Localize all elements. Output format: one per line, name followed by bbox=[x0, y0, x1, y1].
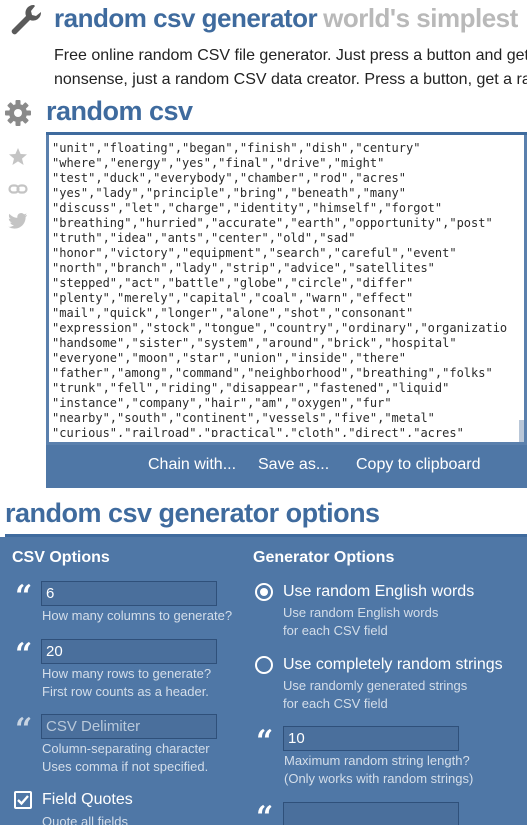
csv-output-line: "nearby","south","continent","vessels","… bbox=[52, 411, 435, 425]
csv-output-text[interactable]: "unit","floating","began","finish","dish… bbox=[52, 141, 522, 437]
intro-text: Free online random CSV file generator. J… bbox=[54, 44, 527, 92]
save-as-button[interactable]: Save as... bbox=[258, 456, 329, 474]
csv-output-line: "plenty","merely","capital","coal","warn… bbox=[52, 291, 414, 305]
csv-output-line: "expression","stock","tongue","country",… bbox=[52, 321, 508, 335]
delimiter-hint-1: Column-separating character bbox=[42, 741, 210, 756]
field-quotes-hint: Quote all fields bbox=[42, 814, 128, 825]
csv-output-line: "father","among","command","neighborhood… bbox=[52, 366, 493, 380]
quote-icon: “ bbox=[15, 712, 33, 747]
random-strings-hint-2: for each CSV field bbox=[283, 696, 388, 711]
max-length-hint-2: (Only works with random strings) bbox=[284, 771, 474, 786]
csv-output-line: "honor","victory","equipment","search","… bbox=[52, 246, 457, 260]
intro-line-2: nonsense, just a random CSV data creator… bbox=[54, 71, 527, 88]
options-title: random csv generator options bbox=[5, 498, 380, 528]
csv-options-heading: CSV Options bbox=[12, 549, 110, 566]
columns-hint: How many columns to generate? bbox=[42, 608, 233, 623]
output-scrollbar[interactable] bbox=[519, 420, 524, 442]
csv-output-line: "test","duck","everybody","chamber","rod… bbox=[52, 171, 407, 185]
field-quotes-checkbox[interactable] bbox=[14, 791, 32, 809]
link-icon[interactable] bbox=[2, 178, 34, 200]
delimiter-hint-2: Uses comma if not specified. bbox=[42, 759, 209, 774]
csv-output-line: "stepped","act","battle","globe","circle… bbox=[52, 276, 414, 290]
intro-line-1: Free online random CSV file generator. J… bbox=[54, 47, 527, 64]
csv-output-line: "trunk","fell","riding","disappear","fas… bbox=[52, 381, 450, 395]
random-strings-label[interactable]: Use completely random strings bbox=[283, 656, 503, 674]
gear-icon[interactable] bbox=[2, 96, 34, 130]
rows-hint-2: First row counts as a header. bbox=[42, 684, 209, 699]
star-icon[interactable] bbox=[2, 146, 34, 168]
columns-input[interactable] bbox=[41, 581, 217, 606]
english-words-hint-1: Use random English words bbox=[283, 605, 439, 620]
csv-output-line: "mail","quick","longer","alone","shot","… bbox=[52, 306, 414, 320]
max-length-input[interactable] bbox=[283, 726, 459, 751]
csv-output-line: "north","branch","lady","strip","advice"… bbox=[52, 261, 435, 275]
options-panel: CSV Options Generator Options “ How many… bbox=[0, 537, 527, 825]
chain-with-button[interactable]: Chain with... bbox=[148, 456, 236, 474]
twitter-icon[interactable] bbox=[2, 210, 34, 232]
quote-icon: “ bbox=[256, 724, 274, 759]
rows-input[interactable] bbox=[41, 639, 217, 664]
csv-output-line: "breathing","hurried","accurate","earth"… bbox=[52, 216, 493, 230]
csv-output-line: "yes","lady","principle","bring","beneat… bbox=[52, 186, 407, 200]
random-strings-radio[interactable] bbox=[255, 656, 273, 674]
copy-to-clipboard-button[interactable]: Copy to clipboard bbox=[356, 456, 481, 474]
english-words-radio[interactable] bbox=[255, 583, 273, 601]
random-strings-hint-1: Use randomly generated strings bbox=[283, 678, 468, 693]
csv-output-box[interactable]: "unit","floating","began","finish","dish… bbox=[46, 135, 527, 445]
english-words-hint-2: for each CSV field bbox=[283, 623, 388, 638]
site-title[interactable]: random csv generator world's simplest bbox=[54, 3, 518, 34]
csv-output-line: "unit","floating","began","finish","dish… bbox=[52, 141, 421, 155]
generator-options-heading: Generator Options bbox=[253, 549, 395, 566]
next-option-input[interactable] bbox=[283, 802, 459, 825]
max-length-hint-1: Maximum random string length? bbox=[284, 753, 470, 768]
csv-output-line: "everyone","moon","star","union","inside… bbox=[52, 351, 407, 365]
site-header: random csv generator world's simplest bbox=[0, 0, 527, 40]
csv-output-line: "curious","railroad","practical","cloth"… bbox=[52, 426, 464, 437]
rows-hint-1: How many rows to generate? bbox=[42, 666, 212, 681]
english-words-label[interactable]: Use random English words bbox=[283, 583, 474, 601]
checkmark-icon bbox=[17, 795, 29, 806]
field-quotes-label[interactable]: Field Quotes bbox=[42, 791, 133, 809]
action-bar: Chain with... Save as... Copy to clipboa… bbox=[46, 445, 527, 488]
delimiter-input[interactable] bbox=[41, 714, 217, 739]
csv-output-line: "truth","idea","ants","center","old","sa… bbox=[52, 231, 356, 245]
quote-icon: “ bbox=[15, 637, 33, 672]
site-tagline: world's simplest bbox=[323, 3, 518, 33]
csv-output-line: "instance","company","hair","am","oxygen… bbox=[52, 396, 392, 410]
quote-icon: “ bbox=[15, 579, 33, 614]
quote-icon: “ bbox=[256, 800, 274, 825]
csv-output-line: "where","energy","yes","final","drive","… bbox=[52, 156, 385, 170]
csv-output-line: "handsome","sister","system","around","b… bbox=[52, 336, 457, 350]
site-title-text[interactable]: random csv generator bbox=[54, 3, 318, 33]
wrench-icon bbox=[11, 4, 42, 35]
tool-title[interactable]: random csv bbox=[46, 96, 193, 127]
csv-output-line: "discuss","let","charge","identity","him… bbox=[52, 201, 443, 215]
